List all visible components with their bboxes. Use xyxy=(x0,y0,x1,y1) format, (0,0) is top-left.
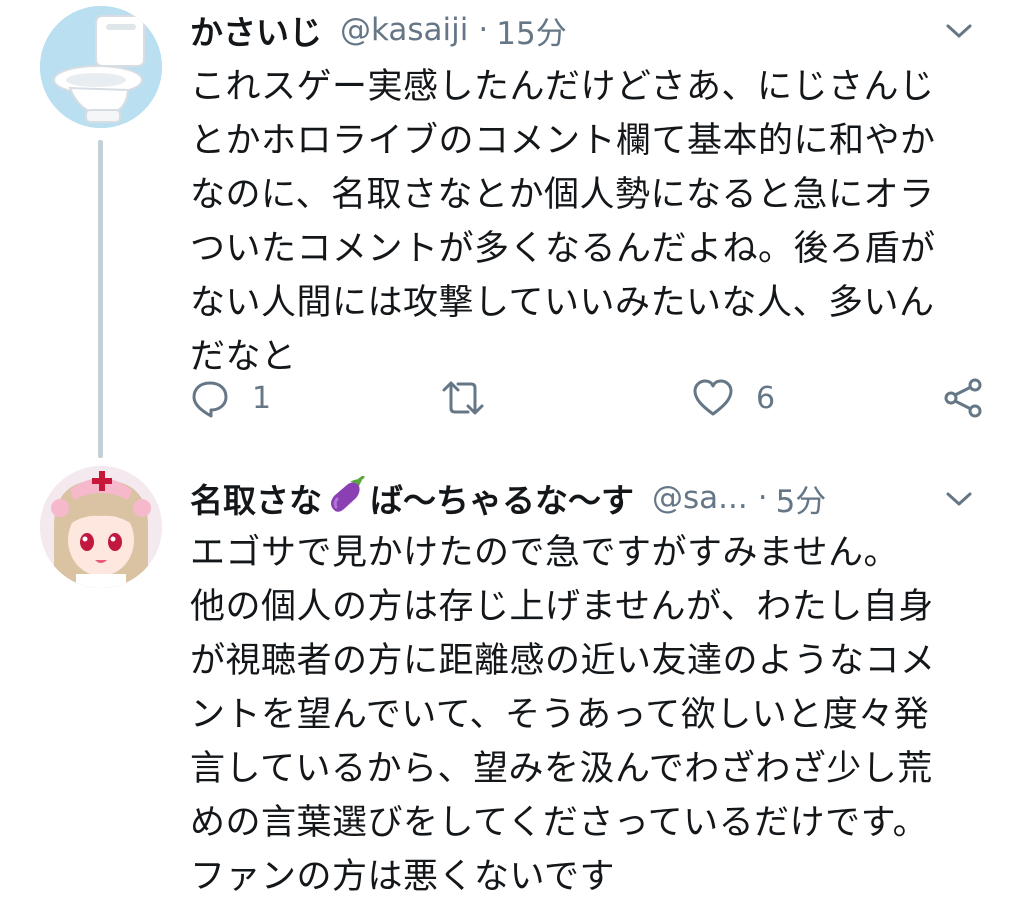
avatar-natori-sana[interactable] xyxy=(40,466,162,588)
avatar-kasaiji[interactable] xyxy=(40,6,162,128)
tweet-header: かさいじ @kasaiji · 15分 xyxy=(190,4,567,56)
tweet-text-line: エゴサで見かけたので急ですがすみません。 xyxy=(190,533,899,573)
retweet-button[interactable] xyxy=(440,370,486,426)
tweet-text-line: ントを望んでいて、そうあって欲しいと度々発 xyxy=(190,695,930,735)
tweet-header: 名取さな ば〜ちゃるな〜す @sa... · 5分 xyxy=(190,472,826,524)
author-handle[interactable]: @kasaiji xyxy=(340,12,468,48)
tweet-text-line: ついたコメントが多くなるんだよね。後ろ盾が xyxy=(190,229,936,269)
retweet-icon xyxy=(442,381,484,415)
tweet-text: これスゲー実感したんだけどさあ、にじさんじ とかホロライブのコメント欄て基本的に… xyxy=(190,60,990,384)
author-handle[interactable]: @sa... xyxy=(652,480,748,516)
timestamp[interactable]: 5分 xyxy=(776,476,827,521)
tweet-text-line: ない人間には攻撃していいみたいな人、多いん xyxy=(190,283,935,323)
tweet-actions: 1 6 xyxy=(0,370,1024,426)
reply-count: 1 xyxy=(252,380,272,416)
like-count: 6 xyxy=(756,380,776,416)
author-name-suffix: ば〜ちゃるな〜す xyxy=(370,481,634,520)
tweet-kasaiji[interactable]: かさいじ @kasaiji · 15分 これスゲー実感したんだけどさあ、にじさん… xyxy=(0,0,1024,458)
tweet-natori-sana[interactable]: 名取さな ば〜ちゃるな〜す @sa... · 5分 エゴサで見かけたので急ですが… xyxy=(0,450,1024,897)
tweet-text-line: が視聴者の方に距離感の近い友達のようなコメ xyxy=(190,641,936,681)
author-name[interactable]: かさいじ xyxy=(190,6,322,54)
separator-dot: · xyxy=(757,480,768,516)
like-button[interactable]: 6 xyxy=(692,370,775,426)
tweet-text-line: なのに、名取さなとか個人勢になると急にオラ xyxy=(190,175,935,215)
reply-button[interactable]: 1 xyxy=(190,370,271,426)
chevron-down-icon[interactable] xyxy=(942,20,976,42)
timestamp[interactable]: 15分 xyxy=(496,8,566,53)
tweet-text: エゴサで見かけたので急ですがすみません。 他の個人の方は存じ上げませんが、わたし… xyxy=(190,526,990,904)
chevron-down-icon[interactable] xyxy=(942,488,976,510)
tweet-text-line: これスゲー実感したんだけどさあ、にじさんじ xyxy=(190,67,935,107)
reply-icon xyxy=(192,381,228,418)
tweet-text-line: とかホロライブのコメント欄て基本的に和やか xyxy=(190,121,936,161)
toilet-icon xyxy=(40,6,162,128)
share-icon xyxy=(944,378,982,418)
tweet-text-line: 他の個人の方は存じ上げませんが、わたし自身 xyxy=(190,587,934,627)
eggplant-icon xyxy=(331,476,365,512)
author-name-text: 名取さな xyxy=(190,481,322,520)
tweet-text-line: ファンの方は悪くないです xyxy=(190,857,615,897)
tweet-text-line: めの言葉選びをしてくださっているだけです。 xyxy=(190,803,929,843)
author-name[interactable]: 名取さな ば〜ちゃるな〜す xyxy=(190,474,634,522)
share-button[interactable] xyxy=(942,370,984,426)
nurse-girl-avatar xyxy=(40,466,162,588)
separator-dot: · xyxy=(478,12,489,48)
heart-icon xyxy=(693,379,733,416)
tweet-text-line: 言しているから、望みを汲んでわざわざ少し荒 xyxy=(190,749,933,789)
